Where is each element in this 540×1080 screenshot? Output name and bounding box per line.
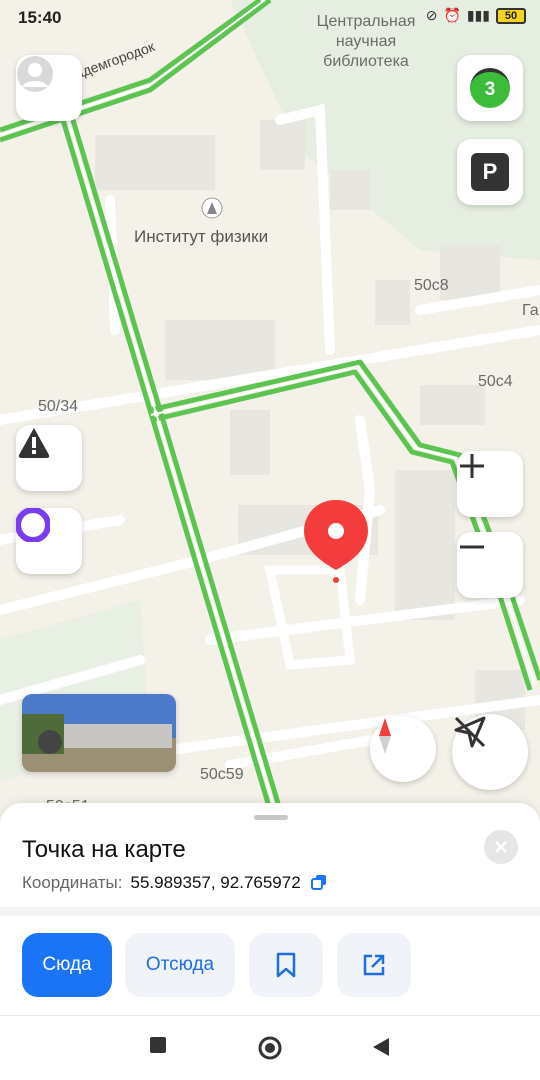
traffic-button[interactable]: 3 [457, 55, 523, 121]
bookmark-button[interactable] [249, 933, 323, 997]
alarm-icon: ⏰ [443, 7, 461, 23]
road-alert-button[interactable] [16, 425, 82, 491]
building-label: 50с59 [200, 766, 244, 783]
route-here-button[interactable]: Сюда [22, 933, 112, 997]
app-root: Центральная научная библиотека Академгор… [0, 0, 540, 1080]
status-icons: ⊘ ⏰ ▮▮▮ 50 [426, 7, 526, 24]
building-label: 50с4 [478, 373, 513, 390]
zoom-out-button[interactable] [457, 532, 523, 598]
minus-icon [460, 545, 484, 549]
compass-icon [379, 718, 391, 754]
traffic-score: 3 [470, 68, 510, 108]
sheet-handle[interactable] [254, 815, 288, 820]
parking-icon: P [471, 153, 509, 191]
compass-button[interactable] [370, 716, 436, 782]
alice-icon [16, 508, 50, 542]
place-title: Точка на карте [22, 836, 186, 863]
panorama-image [22, 694, 176, 772]
building-label: 50с8 [414, 277, 449, 294]
battery-icon: 50 [496, 7, 526, 24]
copy-icon[interactable] [311, 874, 327, 890]
alice-button[interactable] [16, 508, 82, 574]
divider [0, 1015, 540, 1016]
close-button[interactable] [484, 830, 518, 864]
status-time: 15:40 [18, 8, 62, 27]
coordinates-row: Координаты: 55.989357, 92.765972 [22, 873, 327, 893]
plus-icon [460, 454, 484, 478]
avatar-icon [17, 56, 53, 92]
nav-home-button[interactable] [257, 1035, 283, 1066]
close-icon [495, 841, 507, 853]
share-button[interactable] [337, 933, 411, 997]
silent-icon: ⊘ [425, 7, 438, 23]
square-icon [150, 1037, 166, 1053]
share-icon [363, 954, 385, 976]
nav-recents-button[interactable] [149, 1036, 167, 1059]
profile-button[interactable] [16, 55, 82, 121]
building-label: Га [522, 302, 539, 319]
circle-icon [258, 1036, 282, 1060]
divider [0, 907, 540, 916]
location-button[interactable] [452, 714, 528, 790]
building-label: 50/34 [38, 398, 79, 415]
route-from-button[interactable]: Отсюда [125, 933, 235, 997]
zoom-in-button[interactable] [457, 451, 523, 517]
signal-icon: ▮▮▮ [466, 7, 490, 23]
coordinates-label: Координаты: [22, 873, 123, 892]
parking-button[interactable]: P [457, 139, 523, 205]
bookmark-icon [276, 952, 296, 978]
map-view[interactable]: Центральная научная библиотека Академгор… [0, 0, 540, 840]
nav-back-button[interactable] [372, 1037, 390, 1062]
navigation-off-icon [454, 716, 486, 748]
panorama-preview[interactable] [22, 694, 176, 772]
warning-icon [18, 428, 50, 458]
institute-label: Институт физики [134, 227, 269, 246]
coordinates-value[interactable]: 55.989357, 92.765972 [131, 873, 301, 892]
status-bar: 15:40 ⊘ ⏰ ▮▮▮ 50 [0, 0, 540, 34]
back-triangle-icon [373, 1038, 389, 1056]
